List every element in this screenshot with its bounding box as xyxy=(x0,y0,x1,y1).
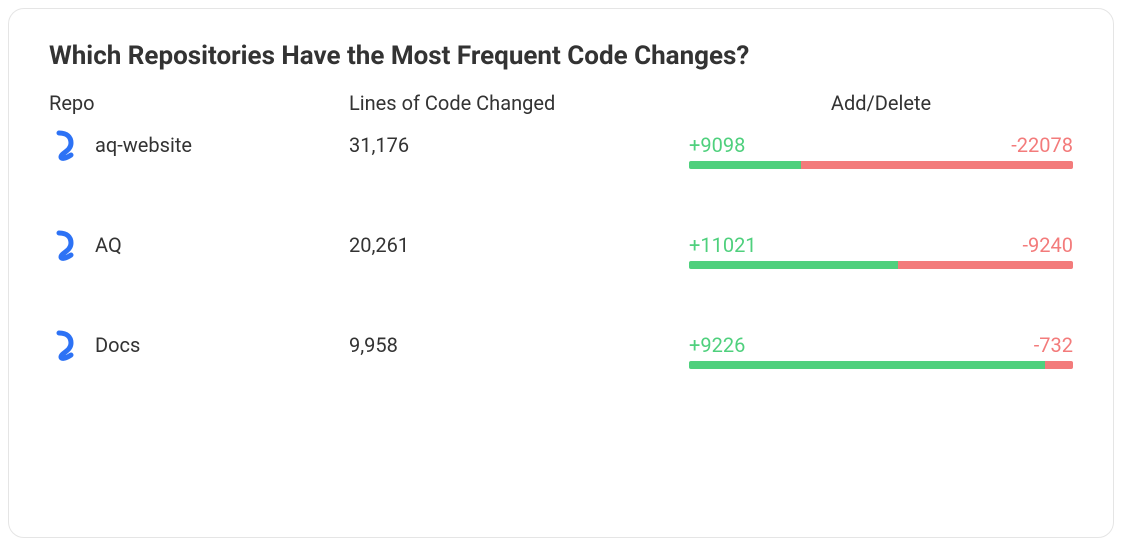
lines-cell: 20,261 xyxy=(349,229,689,257)
add-delete-cell: +9098 -22078 xyxy=(689,129,1073,169)
add-delete-cell: +9226 -732 xyxy=(689,329,1073,369)
card-title: Which Repositories Have the Most Frequen… xyxy=(49,41,1073,71)
repo-name: AQ xyxy=(95,233,122,257)
add-delete-cell: +11021 -9240 xyxy=(689,229,1073,269)
add-delete-bar xyxy=(689,161,1073,169)
lines-cell: 9,958 xyxy=(349,329,689,357)
bar-additions xyxy=(689,161,801,169)
add-delete-bar xyxy=(689,261,1073,269)
additions-label: +11021 xyxy=(689,233,757,257)
repo-cell: Docs xyxy=(49,329,349,361)
header-ad: Add/Delete xyxy=(689,91,1073,115)
lines-cell: 31,176 xyxy=(349,129,689,157)
table-row: AQ 20,261 +11021 -9240 xyxy=(49,229,1073,269)
table-row: Docs 9,958 +9226 -732 xyxy=(49,329,1073,369)
table-header: Repo Lines of Code Changed Add/Delete xyxy=(49,91,1073,115)
deletions-label: -9240 xyxy=(1023,233,1074,257)
deletions-label: -22078 xyxy=(1011,133,1073,157)
repo-changes-card: Which Repositories Have the Most Frequen… xyxy=(8,8,1114,538)
bar-additions xyxy=(689,261,898,269)
repo-icon xyxy=(49,129,81,161)
bar-deletions xyxy=(898,261,1073,269)
repo-icon xyxy=(49,329,81,361)
additions-label: +9098 xyxy=(689,133,745,157)
add-delete-bar xyxy=(689,361,1073,369)
additions-label: +9226 xyxy=(689,333,745,357)
repo-icon xyxy=(49,229,81,261)
bar-additions xyxy=(689,361,1045,369)
deletions-label: -732 xyxy=(1034,333,1073,357)
repo-cell: AQ xyxy=(49,229,349,261)
header-repo: Repo xyxy=(49,91,349,115)
bar-deletions xyxy=(801,161,1073,169)
header-lines: Lines of Code Changed xyxy=(349,91,689,115)
repo-name: Docs xyxy=(95,333,140,357)
repo-name: aq-website xyxy=(95,133,192,157)
bar-deletions xyxy=(1045,361,1073,369)
table-row: aq-website 31,176 +9098 -22078 xyxy=(49,129,1073,169)
repo-cell: aq-website xyxy=(49,129,349,161)
